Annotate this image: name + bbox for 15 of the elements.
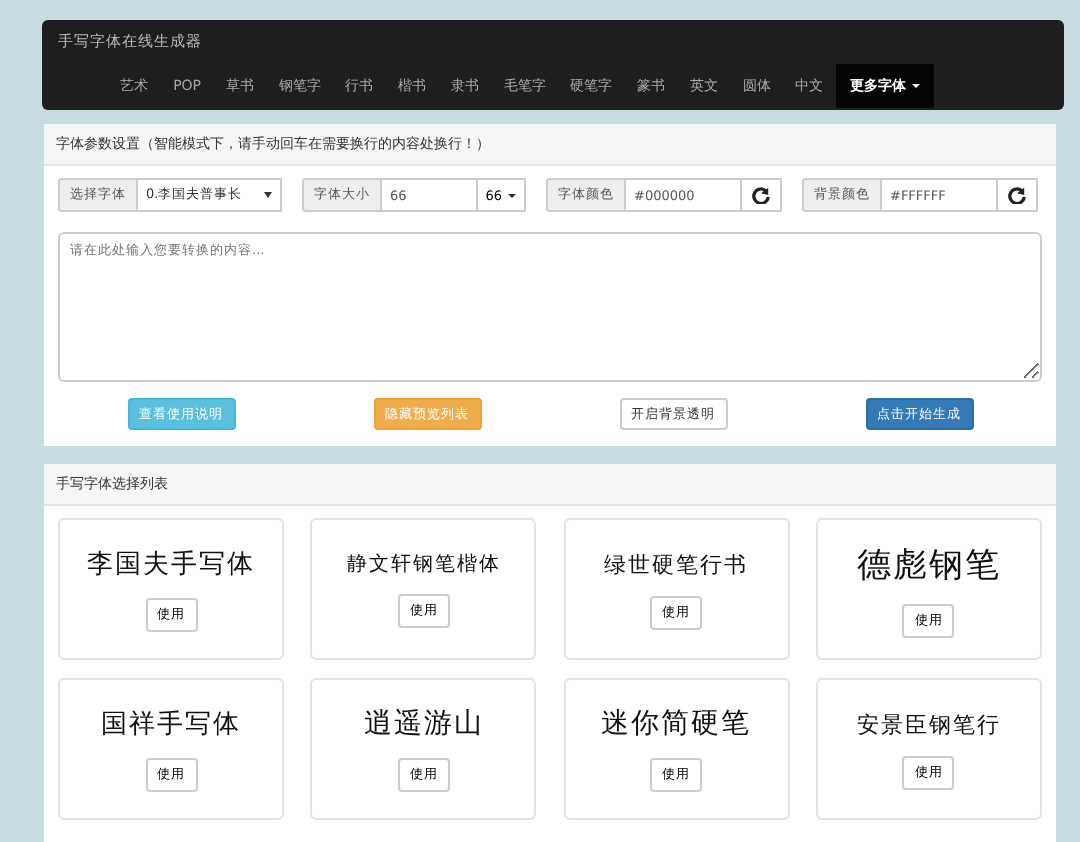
- caret-icon: [508, 193, 516, 198]
- color-picker-button[interactable]: [998, 178, 1038, 212]
- refresh-icon: [752, 186, 770, 204]
- font-sample: 安景臣钢笔行: [856, 709, 1001, 739]
- font-sample: 德彪钢笔: [856, 543, 1001, 587]
- font-sample: 绿世硬笔行书: [604, 549, 749, 579]
- font-sample: 逍遥游山: [363, 706, 484, 742]
- refresh-icon: [1008, 186, 1026, 204]
- font-sample: 迷你简硬笔: [601, 706, 752, 742]
- font-sample: 国祥手写体: [101, 708, 241, 742]
- font-sample: 静文轩钢笔楷体: [346, 551, 501, 578]
- font-sample: 李国夫手写体: [87, 548, 255, 582]
- dropdown-icon: [264, 192, 272, 198]
- caret-icon: [911, 84, 920, 89]
- color-picker-button[interactable]: [742, 178, 782, 212]
